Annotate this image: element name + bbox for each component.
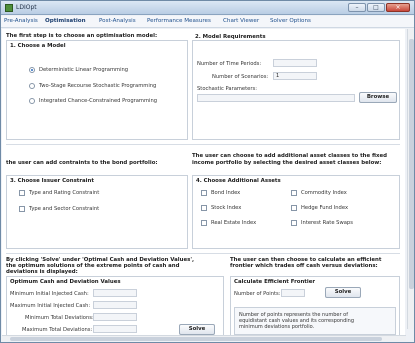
step4-intro-line1: The user can choose to add additional as…: [192, 153, 388, 159]
step3-intro: the user can add contraints to the bond …: [6, 160, 158, 166]
window-title: LDIOpt: [16, 4, 37, 11]
checkbox-commodity-index[interactable]: [291, 190, 297, 196]
min-deviations-label: Minimum Total Deviations:: [25, 315, 94, 321]
min-cash-label: Minimum Initial Injected Cash:: [10, 291, 89, 297]
time-periods-label: Number of Time Periods:: [197, 61, 262, 67]
radio-two-stage[interactable]: [29, 83, 35, 89]
radio-deterministic[interactable]: [29, 67, 35, 73]
bond-index-label: Bond Index: [211, 190, 241, 196]
cash-header: Optimum Cash and Deviation Values: [10, 279, 121, 285]
time-periods-input[interactable]: [273, 59, 317, 67]
assets-header: 4. Choose Additional Assets: [196, 178, 281, 184]
minimize-button[interactable]: –: [348, 3, 366, 12]
checkbox-type-sector[interactable]: [19, 206, 25, 212]
type-rating-label: Type and Rating Constraint: [29, 190, 100, 196]
radio-chance-constrained[interactable]: [29, 98, 35, 104]
section-divider: [6, 144, 400, 145]
tab-solver-options[interactable]: Solver Options: [270, 18, 311, 24]
model-panel: 1. Choose a Model Deterministic Linear P…: [6, 40, 188, 140]
browse-button[interactable]: Browse: [359, 92, 397, 103]
title-bar: LDIOpt – □ ×: [1, 1, 414, 15]
max-cash-input[interactable]: [93, 301, 137, 309]
checkbox-bond-index[interactable]: [201, 190, 207, 196]
checkbox-interest-rate-swaps[interactable]: [291, 220, 297, 226]
tab-post-analysis[interactable]: Post-Analysis: [99, 18, 136, 24]
tab-pre-analysis[interactable]: Pre-Analysis: [4, 18, 38, 24]
step4-intro-line2: income portfolio by selecting the desire…: [192, 160, 382, 166]
close-button[interactable]: ×: [386, 3, 410, 12]
model-header: 1. Choose a Model: [10, 43, 66, 49]
tab-performance-measures[interactable]: Performance Measures: [147, 18, 211, 24]
scenarios-input[interactable]: 1: [273, 72, 317, 80]
vertical-scrollbar[interactable]: [407, 29, 414, 329]
cash-panel: Optimum Cash and Deviation Values Minimu…: [6, 276, 224, 337]
max-deviations-input[interactable]: [93, 325, 137, 333]
interest-rate-swaps-label: Interest Rate Swaps: [301, 220, 353, 226]
checkbox-hedge-fund-index[interactable]: [291, 205, 297, 211]
min-deviations-input[interactable]: [93, 313, 137, 321]
frontier-header: Calculate Efficient Frontier: [234, 279, 316, 285]
note-line3: minimum deviations portfolio.: [239, 324, 315, 330]
issuer-header: 3. Choose Issuer Constraint: [10, 178, 94, 184]
issuer-panel: 3. Choose Issuer Constraint Type and Rat…: [6, 175, 188, 249]
max-cash-label: Maximum Initial Injected Cash:: [10, 303, 91, 309]
frontier-panel: Calculate Efficient Frontier Number of P…: [230, 276, 400, 337]
cash-solve-button[interactable]: Solve: [179, 324, 215, 335]
frontier-solve-button[interactable]: Solve: [325, 287, 361, 298]
section-divider-2: [6, 253, 400, 254]
points-input[interactable]: [281, 289, 305, 297]
tab-chart-viewer[interactable]: Chart Viewer: [223, 18, 259, 24]
tab-optimisation[interactable]: Optimisation: [45, 18, 86, 24]
option-deterministic-label: Deterministic Linear Programming: [39, 67, 129, 73]
app-icon: [5, 4, 13, 12]
step1-intro: The first step is to choose an optimisat…: [6, 33, 158, 39]
frontier-intro-line2: frontier which trades off cash versus de…: [230, 263, 378, 269]
checkbox-type-rating[interactable]: [19, 190, 25, 196]
scenarios-label: Number of Scenarios:: [212, 74, 269, 80]
stochastic-label: Stochastic Parameters:: [197, 86, 257, 92]
maximize-button[interactable]: □: [367, 3, 385, 12]
requirements-header: 2. Model Requirements: [195, 34, 266, 40]
commodity-index-label: Commodity Index: [301, 190, 347, 196]
optimisation-page: The first step is to choose an optimisat…: [2, 29, 405, 337]
real-estate-index-label: Real Estate Index: [211, 220, 257, 226]
vertical-scroll-thumb[interactable]: [409, 39, 414, 289]
cash-intro-line3: deviations is displayed:: [6, 269, 78, 275]
type-sector-label: Type and Sector Constraint: [29, 206, 100, 212]
requirements-panel: 2. Model Requirements Number of Time Per…: [192, 34, 400, 140]
stock-index-label: Stock Index: [211, 205, 242, 211]
tab-bar: Pre-Analysis Optimisation Post-Analysis …: [1, 16, 414, 28]
checkbox-stock-index[interactable]: [201, 205, 207, 211]
min-cash-input[interactable]: [93, 289, 137, 297]
frontier-note: Number of points represents the number o…: [234, 307, 396, 335]
hedge-fund-index-label: Hedge Fund Index: [301, 205, 349, 211]
option-chance-constrained-label: Integrated Chance-Constrained Programmin…: [39, 98, 158, 104]
horizontal-scrollbar[interactable]: [2, 335, 406, 341]
horizontal-scroll-thumb[interactable]: [10, 337, 382, 341]
max-deviations-label: Maximum Total Deviations:: [22, 327, 93, 333]
stochastic-input[interactable]: [197, 94, 355, 102]
option-two-stage-label: Two-Stage Recourse Stochastic Programmin…: [39, 83, 157, 89]
points-label: Number of Points:: [234, 291, 281, 297]
assets-panel: 4. Choose Additional Assets Bond Index C…: [192, 175, 400, 249]
checkbox-real-estate-index[interactable]: [201, 220, 207, 226]
